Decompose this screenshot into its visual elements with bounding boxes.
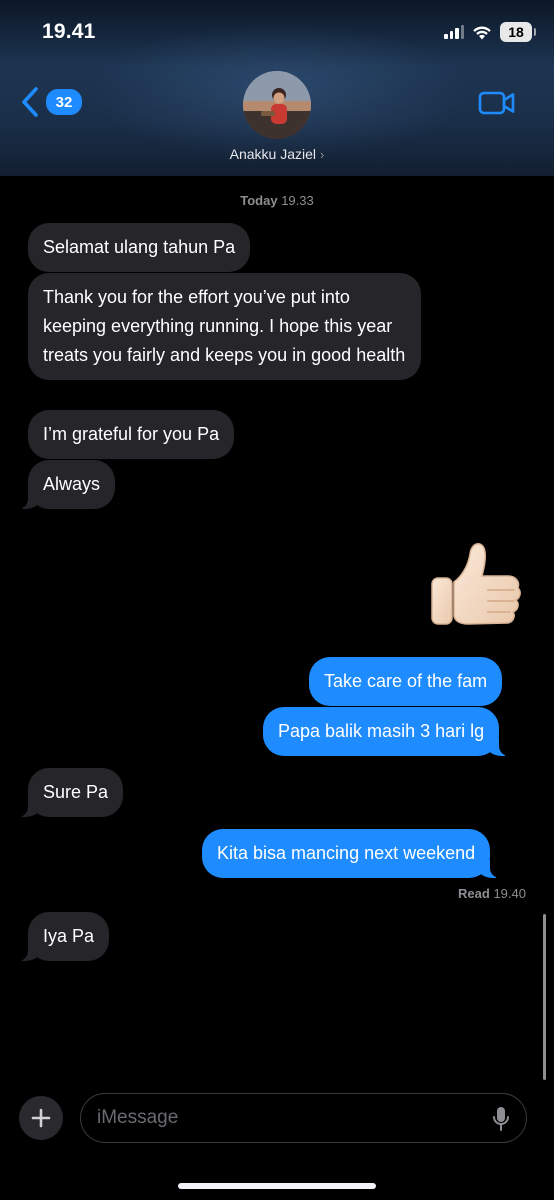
contact-avatar[interactable] [243, 71, 311, 139]
conversation-header: 19.41 18 32 Anakku Jaziel › [0, 0, 554, 176]
video-camera-icon[interactable] [478, 90, 516, 116]
message-text: Thank you for the effort you’ve put into… [43, 287, 406, 365]
message-text: Selamat ulang tahun Pa [43, 237, 236, 257]
message-text: Always [43, 474, 101, 494]
message-bubble-incoming[interactable]: Iya Pa [17, 912, 110, 961]
message-text: Sure Pa [43, 782, 109, 802]
message-input-container [80, 1093, 527, 1143]
message-input[interactable] [97, 1094, 477, 1141]
timestamp-day: Today [240, 193, 278, 208]
chevron-left-icon [22, 87, 38, 117]
timestamp-time: 19.33 [281, 193, 314, 208]
message-bubble-incoming[interactable]: Always [17, 460, 116, 509]
message-bubble-outgoing[interactable]: Kita bisa mancing next weekend [202, 829, 501, 878]
scrollbar[interactable] [543, 914, 546, 1080]
plus-icon [31, 1108, 51, 1128]
message-text: Kita bisa mancing next weekend [217, 843, 476, 863]
message-bubble-outgoing[interactable]: Papa balik masih 3 hari lg [263, 707, 510, 756]
back-button[interactable]: 32 [20, 86, 82, 118]
status-icons: 18 [444, 22, 536, 42]
conversation-timestamp: Today 19.33 [0, 193, 554, 208]
status-time: 19.41 [42, 20, 96, 43]
contact-name: Anakku Jaziel [229, 146, 317, 162]
message-bubble-incoming[interactable]: I’m grateful for you Pa [28, 410, 235, 459]
read-receipt: Read 19.40 [458, 886, 526, 901]
message-text: Papa balik masih 3 hari lg [278, 721, 485, 741]
battery-icon: 18 [500, 22, 536, 42]
avatar-photo [243, 71, 311, 139]
unread-count-badge: 32 [46, 89, 82, 115]
message-bubble-incoming[interactable]: Thank you for the effort you’ve put into… [28, 273, 421, 380]
message-text: I’m grateful for you Pa [43, 424, 220, 444]
message-text: Take care of the fam [324, 671, 488, 691]
contact-name-button[interactable]: Anakku Jaziel › [0, 146, 554, 162]
message-bubble-incoming[interactable]: Sure Pa [17, 768, 124, 817]
read-label: Read [458, 886, 490, 901]
chevron-right-icon: › [320, 146, 325, 162]
message-bubble-incoming[interactable]: Selamat ulang tahun Pa [28, 223, 251, 272]
microphone-icon[interactable] [492, 1106, 510, 1132]
cellular-signal-icon [444, 25, 464, 39]
message-bubble-outgoing[interactable]: Take care of the fam [309, 657, 503, 706]
message-text: Iya Pa [43, 926, 95, 946]
thumbs-up-icon[interactable] [428, 536, 524, 632]
wifi-icon [473, 26, 491, 39]
home-indicator[interactable] [178, 1183, 376, 1189]
read-time: 19.40 [493, 886, 526, 901]
add-attachment-button[interactable] [19, 1096, 63, 1140]
